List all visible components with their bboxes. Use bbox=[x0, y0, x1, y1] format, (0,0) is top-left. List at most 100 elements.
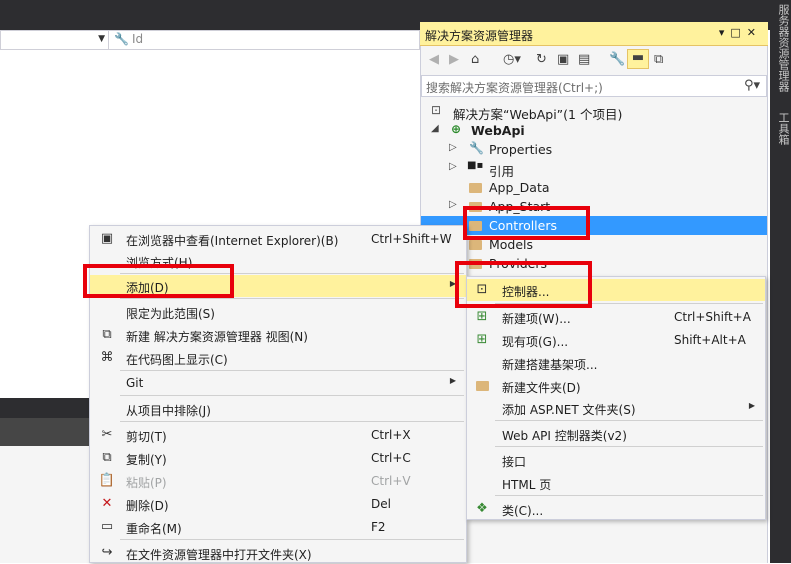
menu-item-show-on-code-map[interactable]: ⌘ 在代码图上显示(C) bbox=[90, 347, 466, 369]
menu-item-label: 复制(Y) bbox=[126, 453, 167, 467]
dropdown-icon[interactable]: ▾ bbox=[719, 26, 731, 39]
new-folder-icon bbox=[473, 380, 491, 395]
history-icon[interactable]: ◷▾ bbox=[503, 52, 521, 67]
back-icon[interactable]: ◀ bbox=[429, 52, 439, 67]
output-panel-header bbox=[0, 418, 90, 446]
tree-item-project[interactable]: ◢ ⊕ WebApi bbox=[421, 121, 767, 140]
expanded-arrow-icon[interactable]: ◢ bbox=[431, 123, 439, 134]
menu-item-cut[interactable]: ✂ 剪切(T) Ctrl+X bbox=[90, 424, 466, 446]
menu-item-shortcut: Ctrl+X bbox=[371, 428, 411, 442]
tree-item-label: WebApi bbox=[471, 123, 525, 138]
submenu-item-add-aspnet-folder[interactable]: 添加 ASP.NET 文件夹(S) ▶ bbox=[467, 397, 765, 419]
search-icon[interactable]: ⚲▾ bbox=[744, 78, 760, 93]
menu-item-label: 粘贴(P) bbox=[126, 476, 167, 490]
menu-item-label: 添加 ASP.NET 文件夹(S) bbox=[502, 403, 636, 417]
submenu-item-existing-item[interactable]: ⊞ 现有项(G)... Shift+Alt+A bbox=[467, 329, 765, 351]
menu-item-new-explorer-view[interactable]: ⧉ 新建 解决方案资源管理器 视图(N) bbox=[90, 324, 466, 346]
menu-item-label: 在代码图上显示(C) bbox=[126, 353, 228, 367]
search-placeholder: 搜索解决方案资源管理器(Ctrl+;) bbox=[426, 81, 603, 95]
copy-icon: ⧉ bbox=[102, 450, 112, 465]
home-icon[interactable]: ⌂ bbox=[471, 52, 479, 67]
submenu-item-html-page[interactable]: HTML 页 bbox=[467, 472, 765, 494]
annotation-box-add bbox=[83, 264, 234, 298]
menu-item-label: Git bbox=[126, 376, 144, 390]
menu-item-label: HTML 页 bbox=[502, 478, 552, 492]
menu-item-copy[interactable]: ⧉ 复制(Y) Ctrl+C bbox=[90, 447, 466, 469]
annotation-box-controllers bbox=[463, 206, 590, 240]
menu-item-rename[interactable]: ▭ 重命名(M) F2 bbox=[90, 516, 466, 538]
collapsed-arrow-icon[interactable]: ▷ bbox=[449, 199, 457, 210]
tree-item-solution[interactable]: ⊡ 解决方案“WebApi”(1 个项目) bbox=[421, 102, 767, 122]
server-explorer-tab[interactable]: 服务器资源管理器 bbox=[772, 4, 790, 92]
menu-item-label: 新建 解决方案资源管理器 视图(N) bbox=[126, 330, 308, 344]
menu-item-shortcut: F2 bbox=[371, 520, 386, 534]
folder-icon bbox=[469, 239, 482, 253]
preview-icon[interactable]: ▬ bbox=[627, 49, 649, 69]
menu-item-label: 删除(D) bbox=[126, 499, 169, 513]
tree-item-references[interactable]: ▷ ■▪ 引用 bbox=[421, 159, 767, 179]
browser-icon: ▣ bbox=[100, 231, 114, 246]
class-icon: ❖ bbox=[476, 501, 488, 516]
submenu-item-new-item[interactable]: ⊞ 新建项(W)... Ctrl+Shift+A bbox=[467, 306, 765, 328]
menu-item-scope-to-this[interactable]: 限定为此范围(S) bbox=[90, 301, 466, 323]
menu-item-label: 新建项(W)... bbox=[502, 312, 571, 326]
paste-icon: 📋 bbox=[98, 473, 116, 488]
new-item-icon: ⊞ bbox=[476, 309, 488, 324]
existing-item-icon: ⊞ bbox=[476, 332, 488, 347]
collapsed-arrow-icon[interactable]: ▷ bbox=[449, 142, 457, 153]
collapse-all-icon[interactable]: ▣ bbox=[557, 52, 569, 67]
submenu-item-class[interactable]: ❖ 类(C)... bbox=[467, 498, 765, 520]
menu-item-label: 在文件资源管理器中打开文件夹(X) bbox=[126, 548, 312, 562]
menu-item-shortcut: Ctrl+V bbox=[371, 474, 411, 488]
menu-item-git[interactable]: Git ▶ bbox=[90, 372, 466, 394]
open-folder-icon: ↪ bbox=[101, 545, 113, 560]
solution-explorer-search[interactable]: 搜索解决方案资源管理器(Ctrl+;) ⚲▾ bbox=[421, 75, 767, 97]
menu-item-delete[interactable]: ✕ 删除(D) Del bbox=[90, 493, 466, 515]
output-panel-body bbox=[0, 446, 90, 563]
menu-item-label: 从项目中排除(J) bbox=[126, 404, 211, 418]
menu-item-label: 剪切(T) bbox=[126, 430, 167, 444]
menu-item-shortcut: Ctrl+C bbox=[371, 451, 411, 465]
menu-item-label: 接口 bbox=[502, 455, 527, 469]
show-all-files-icon[interactable]: ▤ bbox=[578, 52, 590, 67]
window-buttons[interactable]: ▾□✕ bbox=[719, 26, 762, 39]
maximize-icon[interactable]: □ bbox=[730, 26, 746, 39]
menu-item-label: 现有项(G)... bbox=[502, 335, 569, 349]
tree-item-app-data[interactable]: App_Data bbox=[421, 178, 767, 197]
menu-item-shortcut: Shift+Alt+A bbox=[674, 333, 746, 347]
code-map-icon: ⌘ bbox=[100, 350, 114, 365]
submenu-item-interface[interactable]: 接口 bbox=[467, 449, 765, 471]
toolbox-tab[interactable]: 工具箱 bbox=[772, 112, 790, 145]
submenu-item-new-folder[interactable]: 新建文件夹(D) bbox=[467, 375, 765, 397]
menu-item-exclude-from-project[interactable]: 从项目中排除(J) bbox=[90, 398, 466, 420]
solution-icon: ⊡ bbox=[431, 103, 442, 117]
collapsed-arrow-icon[interactable]: ▷ bbox=[449, 161, 457, 172]
delete-icon: ✕ bbox=[101, 496, 113, 511]
chevron-down-icon[interactable]: ▼ bbox=[98, 34, 105, 44]
menu-item-label: 重命名(M) bbox=[126, 522, 182, 536]
tree-item-properties[interactable]: ▷ 🔧 Properties bbox=[421, 140, 767, 159]
tree-item-label: App_Data bbox=[489, 180, 550, 195]
references-icon: ■▪ bbox=[467, 160, 484, 171]
properties-icon[interactable]: 🔧 bbox=[609, 52, 625, 67]
web-project-icon: ⊕ bbox=[451, 122, 462, 136]
code-map-icon[interactable]: ⧉ bbox=[654, 52, 663, 67]
menu-item-shortcut: Del bbox=[371, 497, 391, 511]
menu-item-label: 在浏览器中查看(Internet Explorer)(B) bbox=[126, 234, 339, 248]
properties-id-field[interactable]: 🔧 Id bbox=[114, 32, 143, 46]
menu-item-shortcut: Ctrl+Shift+A bbox=[674, 310, 751, 324]
forward-icon[interactable]: ▶ bbox=[449, 52, 459, 67]
close-icon[interactable]: ✕ bbox=[747, 26, 762, 39]
submenu-arrow-icon: ▶ bbox=[748, 401, 755, 410]
menu-item-paste[interactable]: 📋 粘贴(P) Ctrl+V bbox=[90, 470, 466, 492]
menu-item-open-in-file-explorer[interactable]: ↪ 在文件资源管理器中打开文件夹(X) bbox=[90, 542, 466, 564]
submenu-item-new-scaffolded-item[interactable]: 新建搭建基架项... bbox=[467, 352, 765, 374]
add-submenu: ⊡ 控制器... ⊞ 新建项(W)... Ctrl+Shift+A ⊞ 现有项(… bbox=[466, 276, 766, 520]
solution-explorer-toolbar: ◀ ▶ ⌂ ◷▾ ↻ ▣ ▤ 🔧 ▬ ⧉ bbox=[421, 47, 767, 73]
properties-id-label: Id bbox=[131, 32, 144, 46]
refresh-icon[interactable]: ↻ bbox=[536, 52, 547, 67]
menu-item-view-in-browser[interactable]: ▣ 在浏览器中查看(Internet Explorer)(B) Ctrl+Shi… bbox=[90, 228, 466, 250]
properties-object-combo[interactable]: ▼ bbox=[0, 31, 109, 49]
annotation-box-controller bbox=[455, 261, 592, 308]
submenu-item-web-api-controller[interactable]: Web API 控制器类(v2) bbox=[467, 423, 765, 445]
